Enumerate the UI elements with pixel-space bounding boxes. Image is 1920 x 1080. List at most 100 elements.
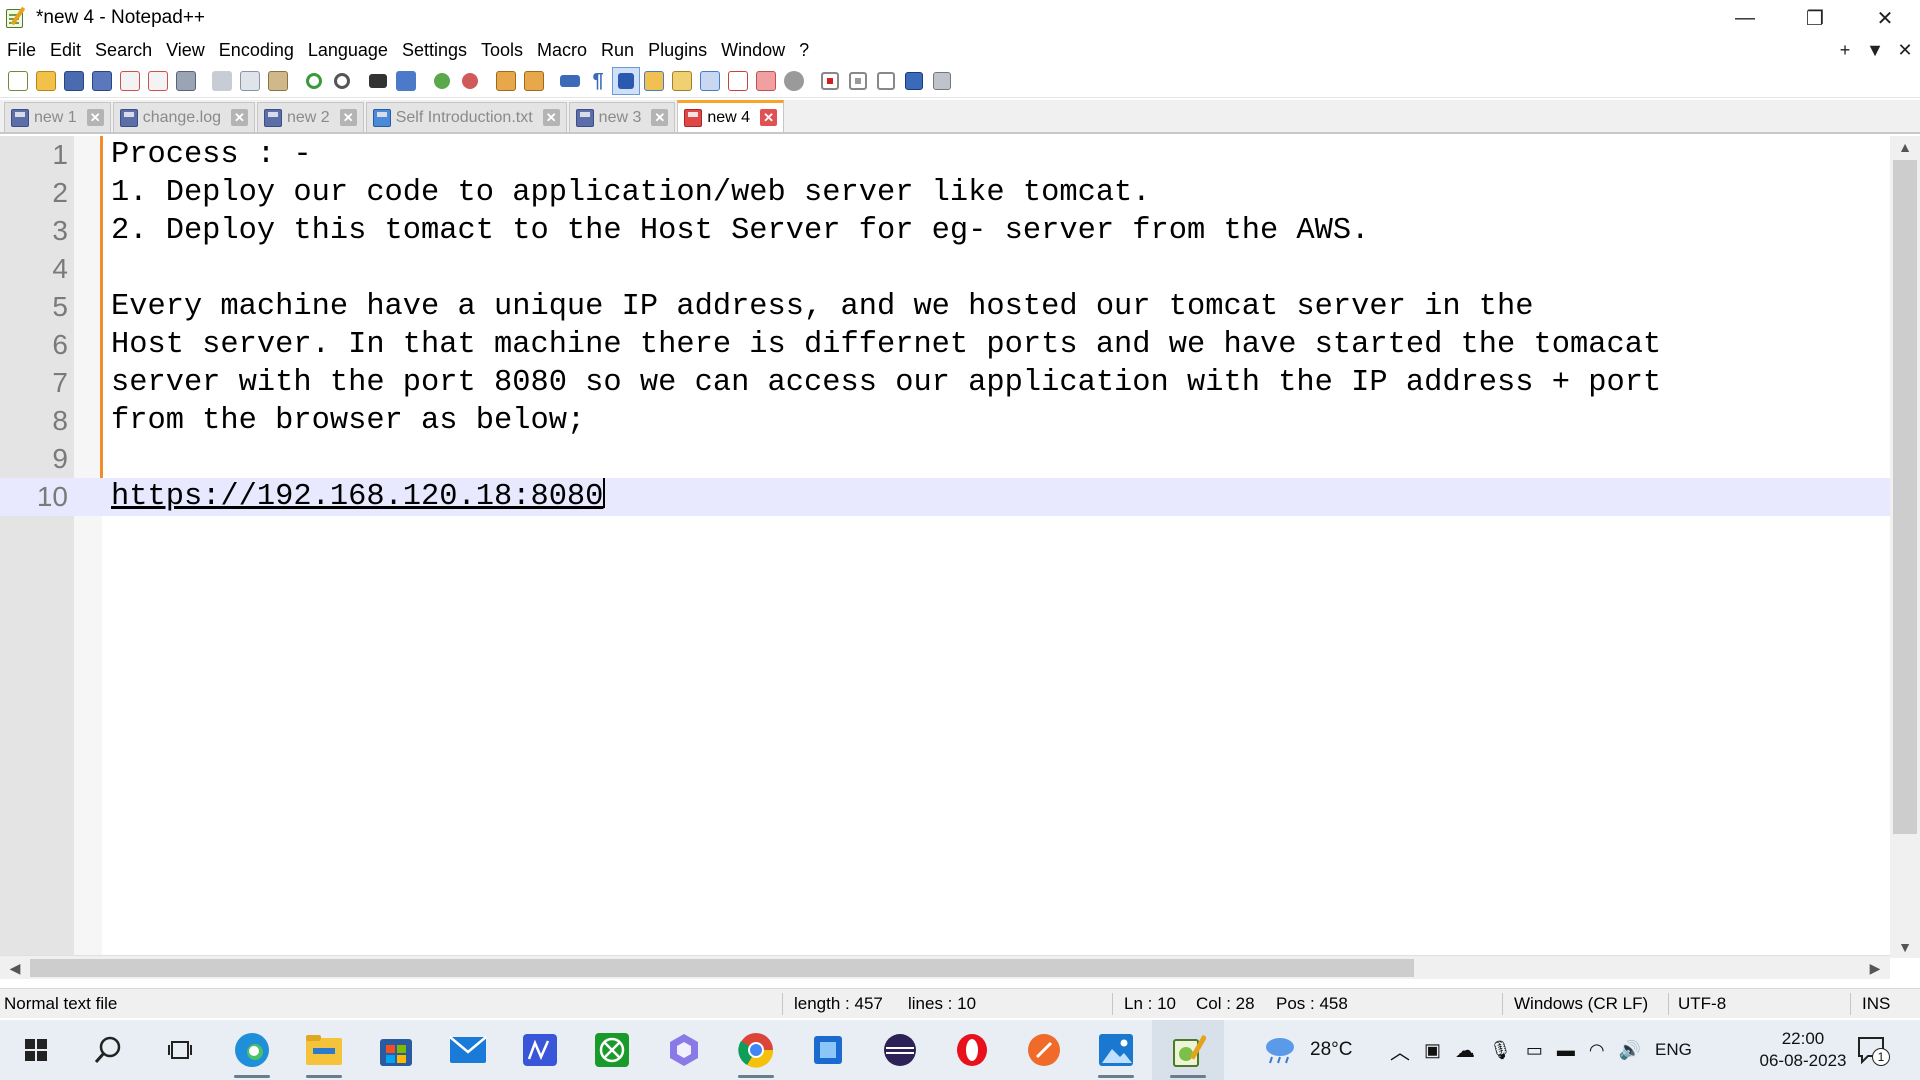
notepadpp-app-icon[interactable]: [4, 6, 28, 30]
microsoft-store-icon[interactable]: [360, 1020, 432, 1080]
copilot-icon[interactable]: [648, 1020, 720, 1080]
weather-widget[interactable]: 28°C: [1262, 1020, 1352, 1080]
status-encoding[interactable]: UTF-8: [1676, 989, 1726, 1019]
status-column[interactable]: Col : 28: [1194, 989, 1255, 1019]
vertical-scrollbar[interactable]: ▲ ▼: [1890, 136, 1920, 958]
display-icon[interactable]: ▭: [1526, 1040, 1543, 1061]
line-text[interactable]: from the browser as below;: [111, 402, 585, 440]
cut-icon[interactable]: [208, 67, 236, 95]
menu-macro[interactable]: Macro: [530, 36, 594, 64]
horizontal-scroll-thumb[interactable]: [30, 959, 1414, 977]
tab-new-3[interactable]: new 3 ✕: [568, 102, 676, 132]
tab-change-log[interactable]: change.log ✕: [112, 102, 255, 132]
word-wrap-icon[interactable]: [556, 67, 584, 95]
scroll-up-arrow-icon[interactable]: ▲: [1890, 136, 1920, 158]
find-icon[interactable]: [364, 67, 392, 95]
postman-app-icon[interactable]: [1008, 1020, 1080, 1080]
run-macro-multiple-icon[interactable]: [900, 67, 928, 95]
chrome-browser-icon[interactable]: [720, 1020, 792, 1080]
editor-line-current[interactable]: 10 https://192.168.120.18:8080: [0, 478, 1890, 516]
minimize-button[interactable]: —: [1710, 0, 1780, 36]
volume-icon[interactable]: 🔊: [1619, 1040, 1641, 1061]
onedrive-cloud-icon[interactable]: ☁: [1455, 1038, 1475, 1063]
tab-list-dropdown-icon[interactable]: ▼: [1860, 40, 1890, 61]
editor-line[interactable]: 2 1. Deploy our code to application/web s…: [0, 174, 1890, 212]
zoom-in-icon[interactable]: [428, 67, 456, 95]
replace-icon[interactable]: [392, 67, 420, 95]
line-text[interactable]: 1. Deploy our code to application/web se…: [111, 174, 1151, 212]
print-icon[interactable]: [172, 67, 200, 95]
editor-line[interactable]: 6 Host server. In that machine there is d…: [0, 326, 1890, 364]
open-file-icon[interactable]: [32, 67, 60, 95]
editor-line[interactable]: 7 server with the port 8080 so we can acc…: [0, 364, 1890, 402]
scroll-left-arrow-icon[interactable]: ◀: [2, 956, 28, 980]
mail-icon[interactable]: [432, 1020, 504, 1080]
input-language[interactable]: ENG: [1655, 1040, 1692, 1060]
line-text[interactable]: Host server. In that machine there is di…: [111, 326, 1661, 364]
editor-line[interactable]: 9: [0, 440, 1890, 478]
scroll-right-arrow-icon[interactable]: ▶: [1862, 956, 1888, 980]
line-text-with-caret[interactable]: https://192.168.120.18:8080: [111, 478, 606, 516]
editor-line[interactable]: 8 from the browser as below;: [0, 402, 1890, 440]
close-document-icon[interactable]: ✕: [1890, 40, 1920, 61]
line-text[interactable]: 2. Deploy this tomact to the Host Server…: [111, 212, 1369, 250]
monitoring-icon[interactable]: [780, 67, 808, 95]
new-tab-plus-icon[interactable]: +: [1830, 40, 1860, 61]
save-all-icon[interactable]: [88, 67, 116, 95]
menu-window[interactable]: Window: [714, 36, 792, 64]
save-macro-icon[interactable]: [928, 67, 956, 95]
notification-center-icon[interactable]: 1: [1856, 1020, 1890, 1080]
status-position[interactable]: Pos : 458: [1274, 989, 1348, 1019]
menu-tools[interactable]: Tools: [474, 36, 530, 64]
menu-run[interactable]: Run: [594, 36, 641, 64]
close-all-icon[interactable]: [144, 67, 172, 95]
tab-close-icon[interactable]: ✕: [760, 109, 778, 126]
eclipse-ide-icon[interactable]: [864, 1020, 936, 1080]
battery-icon[interactable]: ▬: [1557, 1040, 1575, 1061]
microphone-icon[interactable]: 🎙: [1489, 1040, 1512, 1061]
editor-line[interactable]: 4: [0, 250, 1890, 288]
tab-close-icon[interactable]: ✕: [339, 109, 357, 126]
udl-icon[interactable]: [668, 67, 696, 95]
whiteboard-app-icon[interactable]: [504, 1020, 576, 1080]
menu-search[interactable]: Search: [88, 36, 159, 64]
sync-horizontal-icon[interactable]: [520, 67, 548, 95]
editor-line[interactable]: 3 2. Deploy this tomact to the Host Serve…: [0, 212, 1890, 250]
tab-close-icon[interactable]: ✕: [651, 109, 669, 126]
meet-now-icon[interactable]: ▣: [1424, 1040, 1441, 1061]
start-button[interactable]: [0, 1020, 72, 1080]
undo-icon[interactable]: [300, 67, 328, 95]
tab-close-icon[interactable]: ✕: [231, 109, 248, 126]
menu-help[interactable]: ?: [792, 36, 816, 64]
wifi-icon[interactable]: ◠: [1589, 1040, 1605, 1061]
horizontal-scrollbar[interactable]: ◀ ▶: [0, 955, 1890, 979]
menu-settings[interactable]: Settings: [395, 36, 474, 64]
save-icon[interactable]: [60, 67, 88, 95]
redo-icon[interactable]: [328, 67, 356, 95]
menu-encoding[interactable]: Encoding: [212, 36, 301, 64]
new-file-icon[interactable]: [4, 67, 32, 95]
status-insert-mode[interactable]: INS: [1860, 989, 1890, 1019]
stop-macro-icon[interactable]: [844, 67, 872, 95]
teams-app-icon[interactable]: [792, 1020, 864, 1080]
copy-icon[interactable]: [236, 67, 264, 95]
menu-edit[interactable]: Edit: [43, 36, 88, 64]
folder-as-workspace-icon[interactable]: [752, 67, 780, 95]
editor-area[interactable]: 1 Process : - 2 1. Deploy our code to appl…: [0, 136, 1920, 956]
document-map-icon[interactable]: [640, 67, 668, 95]
tab-new-2[interactable]: new 2 ✕: [257, 102, 364, 132]
tab-close-icon[interactable]: ✕: [86, 109, 104, 126]
notepadpp-taskbar-icon[interactable]: [1152, 1020, 1224, 1080]
file-explorer-icon[interactable]: [288, 1020, 360, 1080]
vertical-scroll-thumb[interactable]: [1893, 160, 1917, 834]
clock[interactable]: 22:00 06-08-2023: [1748, 1028, 1858, 1072]
edge-browser-icon[interactable]: [216, 1020, 288, 1080]
editor-line[interactable]: 1 Process : -: [0, 136, 1890, 174]
close-button[interactable]: ✕: [1850, 0, 1920, 36]
show-hidden-icons-chevron-icon[interactable]: ︿: [1390, 1036, 1410, 1065]
status-eol-format[interactable]: Windows (CR LF): [1512, 989, 1648, 1019]
photos-app-icon[interactable]: [1080, 1020, 1152, 1080]
function-list-icon[interactable]: [724, 67, 752, 95]
show-all-characters-icon[interactable]: ¶: [584, 67, 612, 95]
menu-plugins[interactable]: Plugins: [641, 36, 714, 64]
